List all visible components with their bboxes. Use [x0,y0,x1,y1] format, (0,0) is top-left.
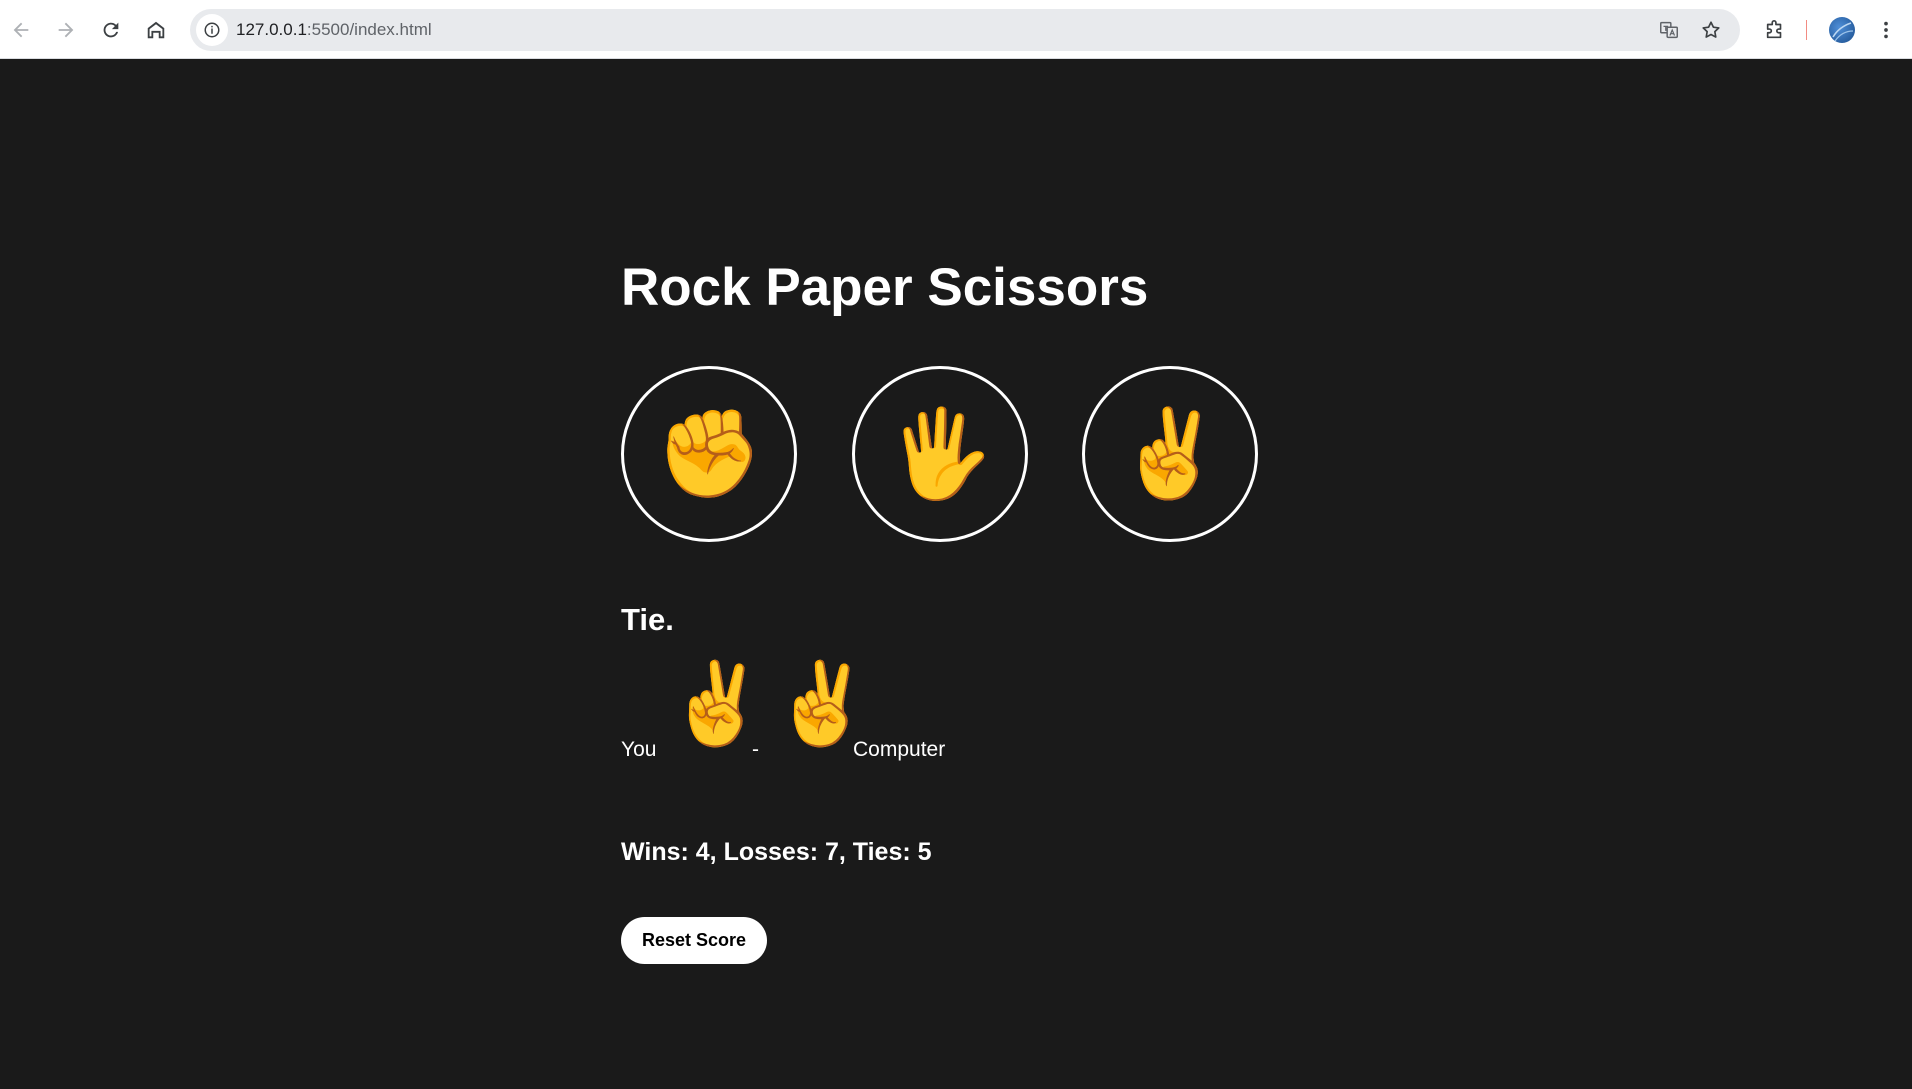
translate-icon [1660,21,1678,39]
back-button[interactable] [3,12,39,48]
forward-button[interactable] [48,12,84,48]
reset-score-button[interactable]: Reset Score [621,917,767,964]
home-button[interactable] [138,12,174,48]
extensions-icon [1766,20,1782,39]
translate-button[interactable] [1655,16,1683,44]
more-icon [1884,21,1888,39]
rock-button[interactable]: ✊ [621,366,797,542]
computer-move-icon: ✌ [772,659,872,748]
paper-icon: 🖐 [886,406,994,502]
site-info-button[interactable] [196,14,228,46]
avatar[interactable] [1829,17,1855,43]
result-text: Tie. [621,602,674,637]
bookmark-button[interactable] [1697,16,1725,44]
rock-icon: ✊ [655,406,763,502]
computer-label: Computer [853,738,946,761]
toolbar-divider [1806,20,1807,40]
home-icon [147,21,165,39]
you-label: You [621,738,657,761]
star-icon [1702,21,1720,38]
move-buttons: ✊ 🖐 ✌ [621,366,1271,542]
scissors-icon: ✌ [1116,406,1224,502]
paper-button[interactable]: 🖐 [852,366,1028,542]
extensions-button[interactable] [1757,12,1793,48]
more-button[interactable] [1868,12,1904,48]
reload-icon [103,22,119,38]
scissors-button[interactable]: ✌ [1082,366,1258,542]
page-title: Rock Paper Scissors [621,258,1149,317]
forward-icon [58,22,74,38]
avatar-icon [1832,22,1854,42]
browser-toolbar: 127.0.0.1:5500/index.html [0,0,1912,59]
url-path: :5500/index.html [306,20,432,39]
back-icon [13,22,29,38]
info-icon [204,22,220,38]
player-move-icon: ✌ [667,659,767,748]
url-host: 127.0.0.1 [236,20,307,39]
game-container: Rock Paper Scissors ✊ 🖐 ✌ Tie. You ✌ - ✌… [621,59,1321,1089]
url-text[interactable]: 127.0.0.1:5500/index.html [236,20,432,40]
reload-button[interactable] [93,12,129,48]
score-text: Wins: 4, Losses: 7, Ties: 5 [621,838,932,866]
move-separator: - [752,738,759,761]
address-bar[interactable]: 127.0.0.1:5500/index.html [190,9,1740,51]
moves-display: You ✌ - ✌ Computer [621,664,1121,764]
